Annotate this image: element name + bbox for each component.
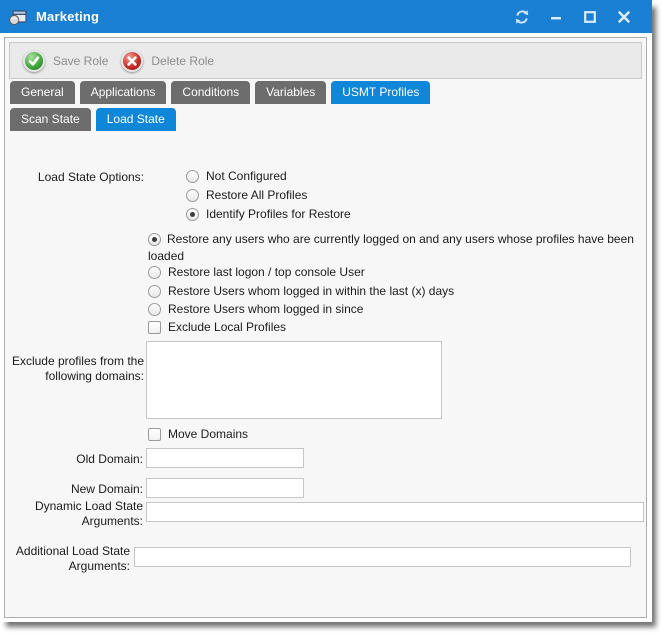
tab-applications[interactable]: Applications <box>80 81 167 104</box>
save-role-button[interactable]: Save Role <box>23 50 108 72</box>
window-title: Marketing <box>36 9 99 24</box>
radio-restore-last-logon[interactable]: Restore last logon / top console User <box>148 265 365 279</box>
title-bar: Marketing <box>0 0 652 33</box>
additional-args-label: Additional Load State Arguments: <box>5 544 130 574</box>
checkbox-icon[interactable] <box>148 428 161 441</box>
radio-identify-profiles[interactable]: Identify Profiles for Restore <box>186 207 351 221</box>
radio-icon[interactable] <box>148 266 161 279</box>
radio-label: Restore All Profiles <box>206 188 307 202</box>
radio-icon[interactable] <box>186 208 199 221</box>
dynamic-args-label: Dynamic Load State Arguments: <box>13 499 143 529</box>
radio-icon[interactable] <box>186 189 199 202</box>
exclude-domains-label: Exclude profiles from the following doma… <box>9 354 144 384</box>
new-domain-label: New Domain: <box>13 482 143 497</box>
green-check-icon <box>23 50 45 72</box>
radio-label: Identify Profiles for Restore <box>206 207 351 221</box>
content-panel: Save Role Delete Role General Applicatio… <box>4 37 647 618</box>
toolbar: Save Role Delete Role <box>9 42 642 79</box>
checkbox-move-domains[interactable]: Move Domains <box>148 427 248 441</box>
refresh-icon[interactable] <box>510 7 534 27</box>
tab-variables[interactable]: Variables <box>255 81 326 104</box>
red-x-icon <box>121 50 143 72</box>
close-icon[interactable] <box>612 7 636 27</box>
dynamic-args-input[interactable] <box>146 502 644 522</box>
radio-restore-logged-on-users[interactable]: Restore any users who are currently logg… <box>148 231 647 265</box>
radio-restore-since[interactable]: Restore Users whom logged in since <box>148 302 363 316</box>
old-domain-label: Old Domain: <box>13 452 143 467</box>
exclude-domains-textarea[interactable] <box>146 341 442 419</box>
tab-load-state[interactable]: Load State <box>96 108 176 131</box>
application-role-icon <box>8 8 28 26</box>
radio-not-configured[interactable]: Not Configured <box>186 169 287 183</box>
additional-args-input[interactable] <box>134 547 631 567</box>
delete-role-label: Delete Role <box>151 54 214 68</box>
radio-label: Restore last logon / top console User <box>168 265 365 279</box>
checkbox-exclude-local-profiles[interactable]: Exclude Local Profiles <box>148 320 286 334</box>
checkbox-label: Exclude Local Profiles <box>168 320 286 334</box>
marketing-window: Marketing <box>0 0 652 622</box>
radio-label: Restore any users who are currently logg… <box>148 232 634 263</box>
tab-usmt-profiles[interactable]: USMT Profiles <box>331 81 430 104</box>
tab-strip-usmt: Scan State Load State <box>10 108 181 131</box>
tab-strip-main: General Applications Conditions Variable… <box>10 81 435 104</box>
maximize-icon[interactable] <box>578 7 602 27</box>
tab-general[interactable]: General <box>10 81 75 104</box>
radio-icon[interactable] <box>148 285 161 298</box>
checkbox-icon[interactable] <box>148 321 161 334</box>
old-domain-input[interactable] <box>146 448 304 468</box>
load-state-options-label: Load State Options: <box>24 170 144 185</box>
radio-label: Restore Users whom logged in within the … <box>168 284 454 298</box>
new-domain-input[interactable] <box>146 478 304 498</box>
radio-icon[interactable] <box>148 303 161 316</box>
radio-label: Not Configured <box>206 169 287 183</box>
radio-icon[interactable] <box>186 170 199 183</box>
delete-role-button[interactable]: Delete Role <box>121 50 214 72</box>
tab-scan-state[interactable]: Scan State <box>10 108 91 131</box>
radio-label: Restore Users whom logged in since <box>168 302 363 316</box>
save-role-label: Save Role <box>53 54 108 68</box>
radio-restore-all-profiles[interactable]: Restore All Profiles <box>186 188 307 202</box>
window-controls <box>510 7 636 27</box>
radio-icon[interactable] <box>148 233 161 246</box>
tab-conditions[interactable]: Conditions <box>171 81 250 104</box>
checkbox-label: Move Domains <box>168 427 248 441</box>
minimize-icon[interactable] <box>544 7 568 27</box>
radio-restore-last-x-days[interactable]: Restore Users whom logged in within the … <box>148 284 454 298</box>
